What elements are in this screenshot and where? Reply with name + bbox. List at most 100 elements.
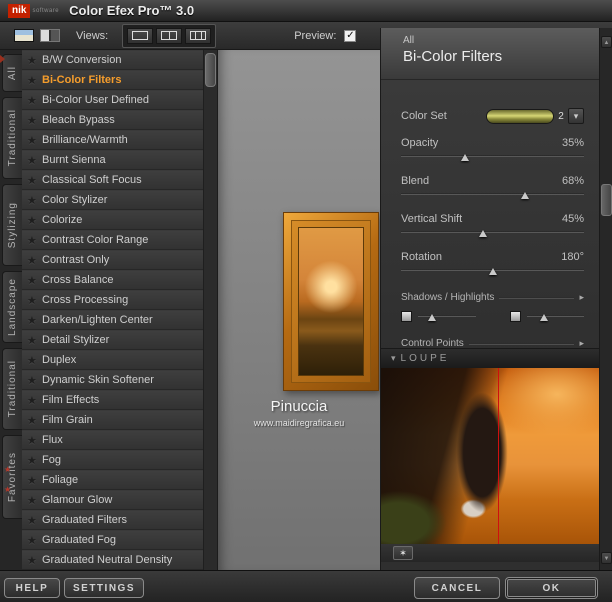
- panel-scrollbar[interactable]: ▲ ▼: [599, 28, 612, 570]
- filter-item[interactable]: ★ Graduated Fog: [22, 530, 203, 550]
- highlights-slider-track[interactable]: [526, 312, 584, 322]
- loupe-image[interactable]: [381, 368, 601, 544]
- help-button[interactable]: HELP: [4, 578, 60, 598]
- favorite-star-icon[interactable]: ★: [27, 494, 42, 507]
- shadows-highlights-label: Shadows / Highlights: [401, 292, 495, 303]
- favorite-star-icon[interactable]: ★: [27, 154, 42, 167]
- panel-scroll-thumb[interactable]: [601, 184, 612, 216]
- filter-item[interactable]: ★ Foliage: [22, 470, 203, 490]
- favorite-star-icon[interactable]: ★: [27, 214, 42, 227]
- loupe-header[interactable]: ▾ LOUPE: [381, 348, 600, 368]
- filter-item[interactable]: ★ Film Grain: [22, 410, 203, 430]
- filter-item[interactable]: ★ Cross Balance: [22, 270, 203, 290]
- scroll-up-button[interactable]: ▲: [601, 36, 612, 48]
- side-tab-stylizing-2[interactable]: Stylizing: [2, 184, 22, 266]
- filter-item[interactable]: ★ B/W Conversion: [22, 50, 203, 70]
- side-tab-traditional-4[interactable]: Traditional: [2, 348, 22, 430]
- expand-arrow-icon[interactable]: ▸: [579, 292, 584, 303]
- favorite-star-icon[interactable]: ★: [27, 174, 42, 187]
- filter-item[interactable]: ★ Fog: [22, 450, 203, 470]
- favorite-star-icon[interactable]: ★: [27, 314, 42, 327]
- favorite-star-icon[interactable]: ★: [27, 334, 42, 347]
- shadows-highlights-section[interactable]: Shadows / Highlights ▸: [401, 292, 584, 303]
- filter-item[interactable]: ★ Graduated Neutral Density: [22, 550, 203, 570]
- filter-item[interactable]: ★ Classical Soft Focus: [22, 170, 203, 190]
- favorite-star-icon[interactable]: ★: [27, 254, 42, 267]
- filter-item[interactable]: ★ Cross Processing: [22, 290, 203, 310]
- filter-item[interactable]: ★ Graduated Filters: [22, 510, 203, 530]
- favorite-star-icon[interactable]: ★: [27, 374, 42, 387]
- slider-thumb[interactable]: [488, 268, 497, 275]
- image-preview-icon[interactable]: [14, 29, 34, 42]
- favorite-star-icon[interactable]: ★: [27, 514, 42, 527]
- favorite-star-icon[interactable]: ★: [27, 194, 42, 207]
- slider-thumb[interactable]: [521, 192, 530, 199]
- shadows-slider-track[interactable]: [418, 312, 476, 322]
- slider-track[interactable]: [401, 266, 584, 276]
- filter-item[interactable]: ★ Colorize: [22, 210, 203, 230]
- filter-item[interactable]: ★ Duplex: [22, 350, 203, 370]
- favorite-star-icon[interactable]: ★: [27, 414, 42, 427]
- view-mode-group: [122, 23, 217, 48]
- color-set-dropdown-button[interactable]: ▾: [568, 108, 584, 124]
- filter-item[interactable]: ★ Dynamic Skin Softener: [22, 370, 203, 390]
- favorite-star-icon[interactable]: ★: [27, 434, 42, 447]
- view-sidebyside-button[interactable]: [185, 27, 212, 44]
- preview-checkbox[interactable]: ✓: [344, 29, 357, 42]
- filter-item[interactable]: ★ Flux: [22, 430, 203, 450]
- color-set-swatch[interactable]: [486, 108, 554, 124]
- ok-button[interactable]: OK: [505, 577, 598, 599]
- filter-item[interactable]: ★ Burnt Sienna: [22, 150, 203, 170]
- favorite-star-icon[interactable]: ★: [27, 394, 42, 407]
- filter-item[interactable]: ★ Darken/Lighten Center: [22, 310, 203, 330]
- filter-item[interactable]: ★ Color Stylizer: [22, 190, 203, 210]
- filter-item[interactable]: ★ Contrast Only: [22, 250, 203, 270]
- cancel-button[interactable]: CANCEL: [414, 577, 500, 599]
- filter-item[interactable]: ★ Brilliance/Warmth: [22, 130, 203, 150]
- favorite-star-icon[interactable]: ★: [27, 54, 42, 67]
- filter-item[interactable]: ★ Bi-Color Filters: [22, 70, 203, 90]
- filter-item[interactable]: ★ Contrast Color Range: [22, 230, 203, 250]
- filter-list-scrollbar[interactable]: [203, 50, 217, 570]
- slider-thumb[interactable]: [461, 154, 470, 161]
- slider-track[interactable]: [401, 190, 584, 200]
- loupe-pin-button[interactable]: ✶: [393, 546, 413, 560]
- side-tab-favorites-5[interactable]: Favorites: [2, 435, 22, 519]
- favorite-star-icon[interactable]: ★: [27, 234, 42, 247]
- settings-button[interactable]: SETTINGS: [64, 578, 144, 598]
- filter-item[interactable]: ★ Bi-Color User Defined: [22, 90, 203, 110]
- favorite-star-icon[interactable]: ★: [27, 474, 42, 487]
- slider-thumb[interactable]: [539, 313, 548, 321]
- scroll-down-button[interactable]: ▼: [601, 552, 612, 564]
- slider-track[interactable]: [401, 152, 584, 162]
- filter-item[interactable]: ★ Bleach Bypass: [22, 110, 203, 130]
- highlights-swatch[interactable]: [509, 311, 521, 322]
- filter-item[interactable]: ★ Detail Stylizer: [22, 330, 203, 350]
- favorite-star-icon[interactable]: ★: [27, 454, 42, 467]
- favorite-star-icon[interactable]: ★: [27, 274, 42, 287]
- pin-icon: ✶: [399, 548, 407, 558]
- favorite-star-icon[interactable]: ★: [27, 534, 42, 547]
- slider-track[interactable]: [401, 228, 584, 238]
- favorite-star-icon[interactable]: ★: [27, 74, 42, 87]
- side-tab-traditional-1[interactable]: Traditional: [2, 97, 22, 179]
- view-single-button[interactable]: [127, 27, 154, 44]
- slider-thumb[interactable]: [479, 230, 488, 237]
- filter-item[interactable]: ★ Glamour Glow: [22, 490, 203, 510]
- favorite-star-icon[interactable]: ★: [27, 554, 42, 567]
- slider-thumb[interactable]: [428, 313, 437, 321]
- shadows-swatch[interactable]: [401, 311, 412, 322]
- filter-item[interactable]: ★ Film Effects: [22, 390, 203, 410]
- favorite-star-icon[interactable]: ★: [27, 114, 42, 127]
- side-tab-landscape-3[interactable]: Landscape: [2, 271, 22, 343]
- split-layout-icon[interactable]: [40, 29, 60, 42]
- preview-image[interactable]: [283, 212, 379, 391]
- favorite-star-icon[interactable]: ★: [27, 294, 42, 307]
- filter-scroll-thumb[interactable]: [205, 53, 216, 87]
- favorite-star-icon[interactable]: ★: [27, 354, 42, 367]
- filter-item-label: Classical Soft Focus: [42, 174, 142, 186]
- favorite-star-icon[interactable]: ★: [27, 134, 42, 147]
- side-tab-all-0[interactable]: All: [2, 54, 22, 92]
- favorite-star-icon[interactable]: ★: [27, 94, 42, 107]
- view-split-button[interactable]: [156, 27, 183, 44]
